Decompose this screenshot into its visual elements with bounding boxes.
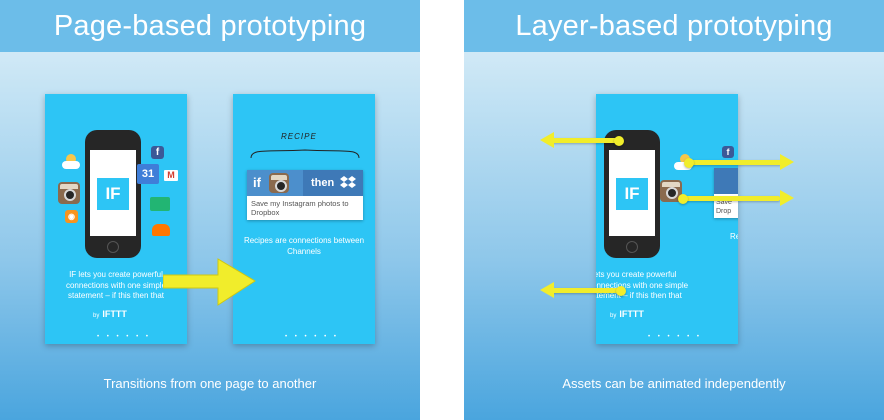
layer-based-panel: Layer-based prototyping IF lets you crea…: [464, 0, 884, 420]
by-ifttt: by IFTTT: [93, 309, 127, 319]
arrow-icon: [780, 154, 794, 170]
recipe-card-partial: Save Drop: [714, 168, 738, 218]
gmail-icon: M: [164, 170, 178, 181]
instagram-icon: [269, 173, 289, 193]
arrow-dot: [614, 136, 624, 146]
recipe-card[interactable]: if then Save my Instagram photos to Drop…: [247, 170, 363, 220]
page-based-panel: Page-based prototyping IF ◉ f 31 M IF le…: [0, 0, 420, 420]
intro-text: lets you create powerful onnections with…: [596, 270, 689, 300]
arrow-icon: [780, 190, 794, 206]
by-ifttt: by IFTTT: [610, 309, 644, 319]
arrow-icon: [540, 132, 554, 148]
green-app-icon: [150, 197, 170, 211]
arrow-line: [682, 196, 780, 201]
recipe-text: Save my Instagram photos to Dropbox: [251, 199, 349, 217]
channels-text: Recipes are connections between Channels: [243, 236, 365, 256]
facebook-icon: f: [151, 146, 164, 159]
arrow-dot: [684, 158, 694, 168]
arrow-dot: [678, 194, 688, 204]
calendar-icon: 31: [137, 164, 159, 184]
dropbox-icon: [340, 176, 356, 188]
prototype-screen: IF lets you create powerful onnections w…: [596, 94, 738, 344]
transition-arrow-icon: [163, 258, 256, 306]
arrow-line: [686, 160, 782, 165]
soundcloud-icon: [152, 224, 170, 236]
panel-title: Layer-based prototyping: [464, 0, 884, 52]
arrow-dot: [616, 286, 626, 296]
arrow-line: [550, 288, 620, 293]
panel-title: Page-based prototyping: [0, 0, 420, 52]
rss-icon: ◉: [65, 210, 78, 223]
arrow-icon: [540, 282, 554, 298]
panel-caption: Assets can be animated independently: [562, 376, 786, 391]
panel-caption: Transitions from one page to another: [103, 376, 317, 391]
recipe-label: RECIPE: [281, 132, 317, 141]
cloud-icon: [62, 161, 80, 169]
instagram-icon: [58, 182, 80, 204]
if-logo: IF: [97, 178, 129, 210]
if-logo: IF: [616, 178, 648, 210]
brace-graphic: [250, 149, 360, 159]
intro-text: IF lets you create powerful connections …: [65, 270, 167, 300]
facebook-icon: f: [722, 146, 734, 158]
partial-text: Re: [730, 232, 738, 241]
page-dots: • • • • • •: [97, 334, 151, 340]
arrow-line: [548, 138, 618, 143]
page-dots: • • • • • •: [648, 334, 702, 340]
page-dots: • • • • • •: [285, 334, 339, 340]
